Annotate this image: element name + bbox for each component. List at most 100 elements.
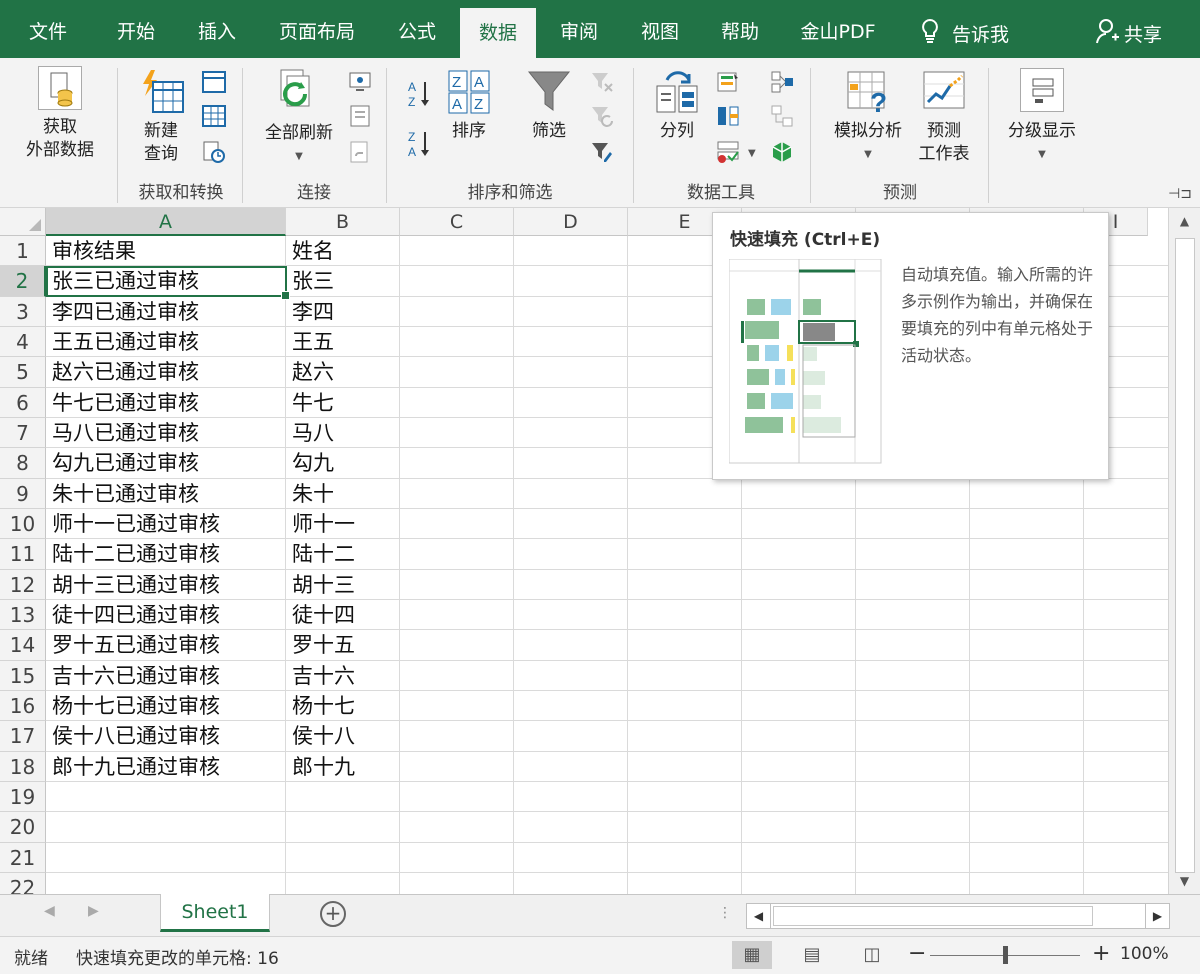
tab-4[interactable]: 公式: [396, 0, 438, 58]
cell-A4[interactable]: 王五已通过审核: [46, 327, 286, 357]
cell-B14[interactable]: 罗十五: [286, 630, 400, 660]
from-table-icon[interactable]: [202, 104, 226, 128]
row-header-4[interactable]: 4: [0, 326, 46, 358]
cell-A13[interactable]: 徒十四已通过审核: [46, 600, 286, 630]
scroll-sheets-left-icon[interactable]: ◀: [44, 903, 55, 919]
cell-B17[interactable]: 侯十八: [286, 721, 400, 751]
scroll-up-icon[interactable]: ▲: [1169, 208, 1200, 234]
tab-8[interactable]: 帮助: [719, 0, 761, 58]
row-header-16[interactable]: 16: [0, 690, 46, 722]
cell-B18[interactable]: 郎十九: [286, 752, 400, 782]
outline-button[interactable]: 分级显示 ▼: [998, 68, 1086, 166]
advanced-filter-icon[interactable]: [590, 140, 614, 164]
pin-ribbon-icon[interactable]: ⊣⊐: [1168, 186, 1192, 202]
cell-B10[interactable]: 师十一: [286, 509, 400, 539]
tab-0[interactable]: 文件: [27, 0, 69, 58]
scroll-down-icon[interactable]: ▼: [1169, 868, 1200, 894]
scroll-thumb[interactable]: [1175, 238, 1195, 873]
tab-9[interactable]: 金山PDF: [800, 0, 876, 58]
cell-B9[interactable]: 朱十: [286, 479, 400, 509]
row-header-10[interactable]: 10: [0, 508, 46, 540]
edit-links-icon[interactable]: [348, 140, 372, 164]
row-header-2[interactable]: 2: [0, 266, 46, 297]
cell-B7[interactable]: 马八: [286, 418, 400, 448]
column-header-A[interactable]: A: [46, 208, 286, 236]
active-cell-A2[interactable]: [46, 266, 290, 300]
cell-A11[interactable]: 陆十二已通过审核: [46, 539, 286, 569]
page-break-view-icon[interactable]: ◫: [852, 941, 892, 969]
row-header-17[interactable]: 17: [0, 721, 46, 752]
cell-A7[interactable]: 马八已通过审核: [46, 418, 286, 448]
scroll-left-icon[interactable]: ◀: [747, 904, 771, 928]
cell-B11[interactable]: 陆十二: [286, 539, 400, 569]
cell-A8[interactable]: 勾九已通过审核: [46, 448, 286, 478]
row-header-14[interactable]: 14: [0, 630, 46, 661]
cell-A17[interactable]: 侯十八已通过审核: [46, 721, 286, 751]
scroll-sheets-right-icon[interactable]: ▶: [88, 903, 99, 919]
cell-B12[interactable]: 胡十三: [286, 570, 400, 600]
tab-1[interactable]: 开始: [115, 0, 157, 58]
row-header-3[interactable]: 3: [0, 296, 46, 327]
cell-A5[interactable]: 赵六已通过审核: [46, 357, 286, 387]
row-header-1[interactable]: 1: [0, 236, 46, 267]
row-header-13[interactable]: 13: [0, 599, 46, 631]
cell-B8[interactable]: 勾九: [286, 448, 400, 478]
row-header-18[interactable]: 18: [0, 751, 46, 782]
get-external-data-button[interactable]: 获取 外部数据: [8, 66, 112, 162]
row-header-5[interactable]: 5: [0, 357, 46, 388]
tab-2[interactable]: 插入: [196, 0, 238, 58]
clear-filter-icon[interactable]: [590, 70, 614, 94]
add-sheet-icon[interactable]: +: [320, 901, 346, 927]
consolidate-icon[interactable]: [770, 70, 794, 94]
tab-3[interactable]: 页面布局: [277, 0, 357, 58]
column-header-C[interactable]: C: [400, 208, 514, 236]
cell-B5[interactable]: 赵六: [286, 357, 400, 387]
zoom-out-icon[interactable]: −: [908, 941, 926, 966]
row-header-15[interactable]: 15: [0, 660, 46, 691]
sheet-tab-sheet1[interactable]: Sheet1: [160, 894, 270, 932]
sort-ascending-icon[interactable]: AZ: [406, 78, 430, 110]
vertical-scrollbar[interactable]: ▲ ▼: [1168, 208, 1200, 894]
normal-view-icon[interactable]: ▦: [732, 941, 772, 969]
horizontal-scrollbar[interactable]: ◀ ▶: [746, 903, 1170, 929]
cell-B1[interactable]: 姓名: [286, 236, 400, 266]
row-header-8[interactable]: 8: [0, 448, 46, 479]
remove-duplicates-icon[interactable]: [716, 104, 740, 128]
cell-B4[interactable]: 王五: [286, 327, 400, 357]
splitter-dots-icon[interactable]: ⋮: [718, 905, 732, 921]
recent-sources-icon[interactable]: [202, 140, 226, 164]
row-header-20[interactable]: 20: [0, 812, 46, 843]
properties-icon[interactable]: [348, 104, 372, 128]
text-to-columns-button[interactable]: 分列: [646, 68, 708, 143]
cell-B6[interactable]: 牛七: [286, 388, 400, 418]
cell-B15[interactable]: 吉十六: [286, 661, 400, 691]
row-header-21[interactable]: 21: [0, 842, 46, 873]
cell-B2[interactable]: 张三: [286, 266, 400, 296]
reapply-filter-icon[interactable]: [590, 104, 614, 128]
cell-A14[interactable]: 罗十五已通过审核: [46, 630, 286, 660]
cell-A1[interactable]: 审核结果: [46, 236, 286, 266]
tell-me-box[interactable]: 告诉我: [920, 18, 1009, 48]
data-model-icon[interactable]: [770, 140, 794, 164]
cell-A18[interactable]: 郎十九已通过审核: [46, 752, 286, 782]
what-if-analysis-button[interactable]: ? 模拟分析 ▼: [822, 68, 914, 166]
flash-fill-icon[interactable]: [716, 70, 740, 94]
cell-B3[interactable]: 李四: [286, 297, 400, 327]
filter-button[interactable]: 筛选: [520, 68, 578, 143]
zoom-level[interactable]: 100%: [1120, 944, 1169, 964]
cell-A12[interactable]: 胡十三已通过审核: [46, 570, 286, 600]
new-query-button[interactable]: 新建 查询: [126, 68, 196, 166]
page-layout-view-icon[interactable]: ▤: [792, 941, 832, 969]
forecast-sheet-button[interactable]: 预测 工作表: [912, 68, 976, 166]
tab-7[interactable]: 视图: [639, 0, 681, 58]
zoom-in-icon[interactable]: +: [1092, 941, 1110, 966]
refresh-all-button[interactable]: 全部刷新 ▼: [254, 68, 344, 168]
row-header-7[interactable]: 7: [0, 417, 46, 449]
cell-A10[interactable]: 师十一已通过审核: [46, 509, 286, 539]
row-header-6[interactable]: 6: [0, 387, 46, 418]
sort-button[interactable]: ZAAZ 排序: [440, 68, 498, 143]
cell-A16[interactable]: 杨十七已通过审核: [46, 691, 286, 721]
tab-5[interactable]: 数据: [460, 8, 536, 58]
relationships-icon[interactable]: [770, 104, 794, 128]
cell-B13[interactable]: 徒十四: [286, 600, 400, 630]
